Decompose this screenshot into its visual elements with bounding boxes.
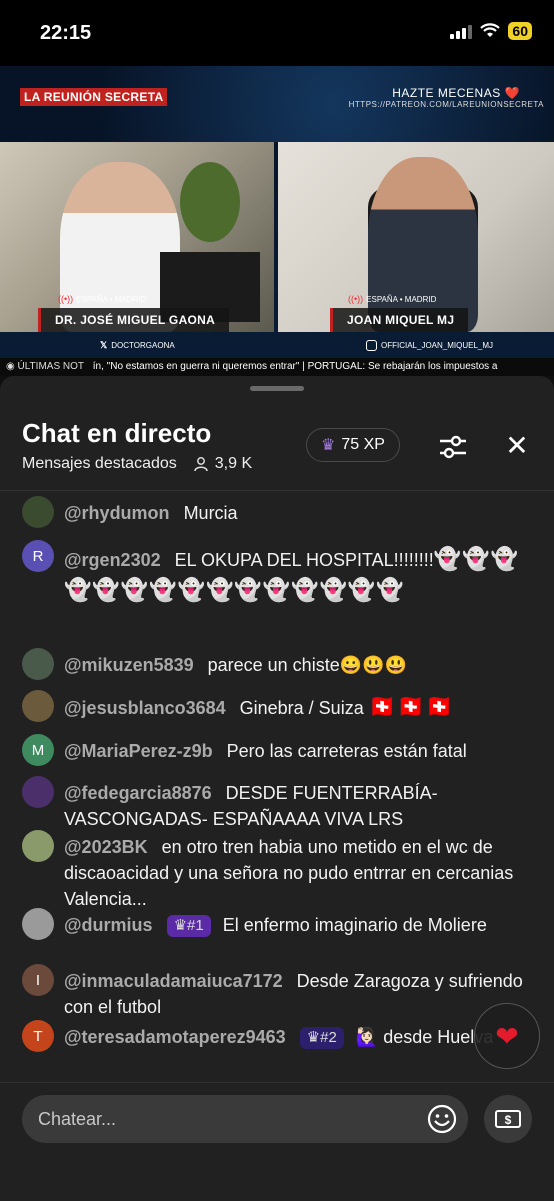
video-panel-left: ((•)) ESPAÑA • MADRID DR. JOSÉ MIGUEL GAO… xyxy=(0,142,274,332)
author-name[interactable]: @rgen2302 xyxy=(64,550,161,570)
emoji-icon[interactable] xyxy=(426,1103,458,1135)
chat-input-bar: Chatear... $ xyxy=(0,1082,554,1201)
xp-badge[interactable]: ♛ 75 XP xyxy=(306,428,400,462)
avatar[interactable]: T xyxy=(22,1020,54,1052)
avatar[interactable] xyxy=(22,690,54,722)
live-chat-panel: Chat en directo Mensajes destacados 3,9 … xyxy=(0,376,554,1200)
chat-filter-selector[interactable]: Mensajes destacados 3,9 K xyxy=(22,455,252,473)
chat-title: Chat en directo xyxy=(22,418,212,448)
plant-image xyxy=(180,162,240,242)
author-name[interactable]: @2023BK xyxy=(64,837,148,857)
patreon-url: HTTPS://PATREON.COM/LAREUNIONSECRETA xyxy=(348,100,544,109)
heart-icon: ❤ xyxy=(495,1020,519,1052)
guest-handle: 𝕏 DOCTORGAONA xyxy=(100,340,175,350)
chat-mode-label: Mensajes destacados xyxy=(22,455,177,472)
message-text: Murcia xyxy=(183,503,238,523)
message-text: El enfermo imaginario de Moliere xyxy=(222,915,487,935)
crown-icon: ♛ xyxy=(321,437,336,454)
chat-input[interactable]: Chatear... xyxy=(22,1095,468,1143)
message-text: 🙋🏻‍♀️ desde Huelva xyxy=(355,1027,494,1047)
filter-settings-icon[interactable] xyxy=(436,432,470,462)
author-name[interactable]: @fedegarcia8876 xyxy=(64,783,212,803)
host-nameplate: JOAN MIQUEL MJ xyxy=(330,308,469,332)
host-handle: OFFICIAL_JOAN_MIQUEL_MJ xyxy=(366,340,493,351)
avatar[interactable] xyxy=(22,648,54,680)
ticker-text: ín, "No estamos en guerra ni queremos en… xyxy=(92,361,498,372)
swiss-flag-emojis: 🇨🇭🇨🇭🇨🇭 xyxy=(368,694,454,719)
author-name[interactable]: @MariaPerez-z9b xyxy=(64,741,213,761)
avatar[interactable] xyxy=(22,830,54,862)
message-text: parece un chiste😀😃😃 xyxy=(207,655,407,675)
news-ticker: ◉ ÚLTIMAS NOT ín, "No estamos en guerra … xyxy=(0,358,554,376)
author-name[interactable]: @mikuzen5839 xyxy=(64,655,194,675)
heart-reaction-button[interactable]: ❤ xyxy=(474,1003,540,1069)
chat-messages[interactable]: @rhydumon Murcia R @rgen2302 EL OKUPA DEL … xyxy=(0,494,554,1080)
guest-nameplate: DR. JOSÉ MIGUEL GAONA xyxy=(38,308,230,332)
author-name[interactable]: @jesusblanco3684 xyxy=(64,698,226,718)
member-badge: ♛#1 xyxy=(166,915,211,937)
location-label: ((•)) ESPAÑA • MADRID xyxy=(58,294,147,304)
dollar-bill-icon: $ xyxy=(495,1110,521,1128)
svg-text:$: $ xyxy=(505,1113,512,1127)
status-bar: 22:15 60 xyxy=(0,0,554,66)
author-name[interactable]: @teresadamotaperez9463 xyxy=(64,1027,286,1047)
avatar[interactable] xyxy=(22,496,54,528)
chat-input-placeholder: Chatear... xyxy=(38,1109,117,1129)
video-player[interactable]: LA REUNIÓN SECRETA HAZTE MECENAS ❤️ HTTP… xyxy=(0,66,554,376)
message-text: Ginebra / Suiza xyxy=(239,698,364,718)
location-label: ((•)) ESPAÑA • MADRID xyxy=(348,294,437,304)
signal-icon xyxy=(450,23,473,39)
close-icon[interactable]: ✕ xyxy=(504,432,530,460)
super-chat-button[interactable]: $ xyxy=(484,1095,532,1143)
member-badge: ♛#2 xyxy=(299,1027,344,1049)
avatar[interactable] xyxy=(22,776,54,808)
x-logo-icon: 𝕏 xyxy=(100,340,108,350)
host-image xyxy=(368,157,478,332)
message-text: Pero las carreteras están fatal xyxy=(226,741,467,761)
wifi-icon xyxy=(480,23,501,37)
avatar[interactable]: M xyxy=(22,734,54,766)
ticker-label: ◉ ÚLTIMAS NOT xyxy=(6,361,84,372)
status-icons: 60 xyxy=(450,22,532,40)
author-name[interactable]: @durmius xyxy=(64,915,153,935)
drag-handle[interactable] xyxy=(250,386,304,391)
battery-icon: 60 xyxy=(508,22,532,40)
author-name[interactable]: @inmaculadamaiuca7172 xyxy=(64,971,283,991)
author-name[interactable]: @rhydumon xyxy=(64,503,170,523)
channel-logo: LA REUNIÓN SECRETA xyxy=(20,88,168,106)
avatar[interactable]: R xyxy=(22,540,54,572)
divider xyxy=(0,490,554,491)
video-panel-right: ((•)) ESPAÑA • MADRID JOAN MIQUEL MJ xyxy=(278,142,554,332)
patreon-title: HAZTE MECENAS ❤️ xyxy=(392,86,520,100)
viewer-count: 3,9 K xyxy=(193,455,252,473)
stream-banner: LA REUNIÓN SECRETA HAZTE MECENAS ❤️ HTTP… xyxy=(0,66,554,142)
avatar[interactable] xyxy=(22,908,54,940)
instagram-icon xyxy=(366,340,377,351)
person-icon xyxy=(194,457,208,472)
clock: 22:15 xyxy=(40,22,92,44)
avatar[interactable]: I xyxy=(22,964,54,996)
message-text: EL OKUPA DEL HOSPITAL!!!!!!!! xyxy=(174,550,434,570)
